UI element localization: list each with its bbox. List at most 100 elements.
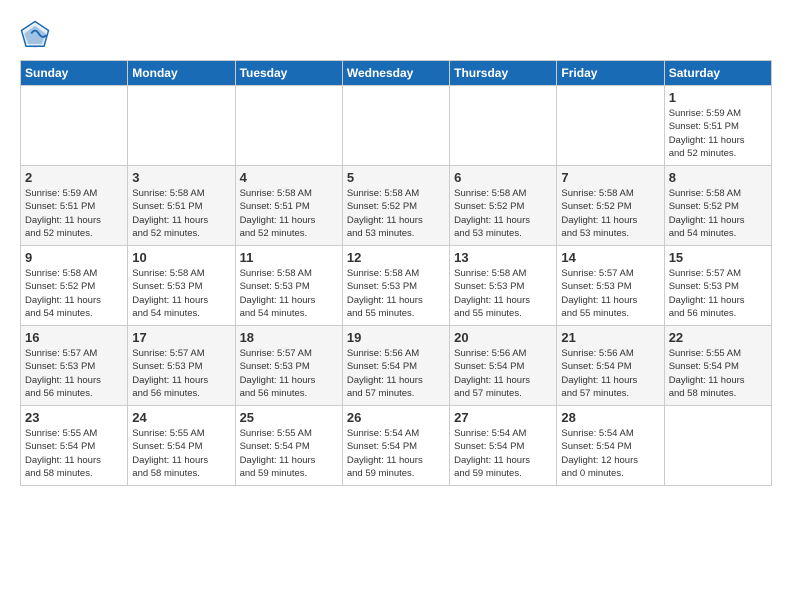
calendar-table: SundayMondayTuesdayWednesdayThursdayFrid… — [20, 60, 772, 486]
day-info: Sunrise: 5:58 AM Sunset: 5:52 PM Dayligh… — [561, 187, 659, 240]
day-number: 20 — [454, 330, 552, 345]
day-info: Sunrise: 5:58 AM Sunset: 5:52 PM Dayligh… — [454, 187, 552, 240]
column-header-friday: Friday — [557, 61, 664, 86]
day-number: 16 — [25, 330, 123, 345]
day-number: 12 — [347, 250, 445, 265]
calendar-cell: 24 Sunrise: 5:55 AM Sunset: 5:54 PM Dayli… — [128, 406, 235, 486]
day-number: 26 — [347, 410, 445, 425]
day-number: 3 — [132, 170, 230, 185]
day-info: Sunrise: 5:54 AM Sunset: 5:54 PM Dayligh… — [347, 427, 445, 480]
calendar-cell — [450, 86, 557, 166]
day-info: Sunrise: 5:58 AM Sunset: 5:52 PM Dayligh… — [347, 187, 445, 240]
column-header-wednesday: Wednesday — [342, 61, 449, 86]
column-header-monday: Monday — [128, 61, 235, 86]
calendar-cell: 9 Sunrise: 5:58 AM Sunset: 5:52 PM Daylig… — [21, 246, 128, 326]
column-header-saturday: Saturday — [664, 61, 771, 86]
day-info: Sunrise: 5:57 AM Sunset: 5:53 PM Dayligh… — [240, 347, 338, 400]
day-info: Sunrise: 5:58 AM Sunset: 5:51 PM Dayligh… — [240, 187, 338, 240]
calendar-week-row: 2 Sunrise: 5:59 AM Sunset: 5:51 PM Daylig… — [21, 166, 772, 246]
day-number: 1 — [669, 90, 767, 105]
calendar-cell — [664, 406, 771, 486]
day-info: Sunrise: 5:56 AM Sunset: 5:54 PM Dayligh… — [347, 347, 445, 400]
day-number: 22 — [669, 330, 767, 345]
column-header-thursday: Thursday — [450, 61, 557, 86]
day-number: 28 — [561, 410, 659, 425]
calendar-cell — [21, 86, 128, 166]
day-number: 27 — [454, 410, 552, 425]
calendar-week-row: 16 Sunrise: 5:57 AM Sunset: 5:53 PM Dayli… — [21, 326, 772, 406]
page-header — [20, 20, 772, 50]
day-info: Sunrise: 5:55 AM Sunset: 5:54 PM Dayligh… — [132, 427, 230, 480]
day-info: Sunrise: 5:58 AM Sunset: 5:51 PM Dayligh… — [132, 187, 230, 240]
day-number: 19 — [347, 330, 445, 345]
calendar-cell: 26 Sunrise: 5:54 AM Sunset: 5:54 PM Dayli… — [342, 406, 449, 486]
calendar-cell: 22 Sunrise: 5:55 AM Sunset: 5:54 PM Dayli… — [664, 326, 771, 406]
day-number: 18 — [240, 330, 338, 345]
calendar-cell: 15 Sunrise: 5:57 AM Sunset: 5:53 PM Dayli… — [664, 246, 771, 326]
calendar-cell: 17Sunrise: 5:57 AM Sunset: 5:53 PM Dayli… — [128, 326, 235, 406]
day-info: Sunrise: 5:58 AM Sunset: 5:52 PM Dayligh… — [25, 267, 123, 320]
calendar-cell: 28 Sunrise: 5:54 AM Sunset: 5:54 PM Dayli… — [557, 406, 664, 486]
day-number: 5 — [347, 170, 445, 185]
day-number: 17 — [132, 330, 230, 345]
day-number: 4 — [240, 170, 338, 185]
calendar-cell: 7 Sunrise: 5:58 AM Sunset: 5:52 PM Daylig… — [557, 166, 664, 246]
day-info: Sunrise: 5:55 AM Sunset: 5:54 PM Dayligh… — [240, 427, 338, 480]
calendar-cell: 5 Sunrise: 5:58 AM Sunset: 5:52 PM Daylig… — [342, 166, 449, 246]
day-number: 15 — [669, 250, 767, 265]
day-info: Sunrise: 5:58 AM Sunset: 5:53 PM Dayligh… — [240, 267, 338, 320]
day-info: Sunrise: 5:59 AM Sunset: 5:51 PM Dayligh… — [669, 107, 767, 160]
calendar-cell: 23Sunrise: 5:55 AM Sunset: 5:54 PM Dayli… — [21, 406, 128, 486]
day-number: 2 — [25, 170, 123, 185]
calendar-cell — [235, 86, 342, 166]
logo — [20, 20, 52, 50]
day-number: 8 — [669, 170, 767, 185]
calendar-cell: 19 Sunrise: 5:56 AM Sunset: 5:54 PM Dayli… — [342, 326, 449, 406]
calendar-cell — [128, 86, 235, 166]
day-info: Sunrise: 5:58 AM Sunset: 5:53 PM Dayligh… — [132, 267, 230, 320]
day-info: Sunrise: 5:54 AM Sunset: 5:54 PM Dayligh… — [561, 427, 659, 480]
day-number: 6 — [454, 170, 552, 185]
calendar-cell: 6 Sunrise: 5:58 AM Sunset: 5:52 PM Daylig… — [450, 166, 557, 246]
calendar-cell — [342, 86, 449, 166]
calendar-cell: 8 Sunrise: 5:58 AM Sunset: 5:52 PM Daylig… — [664, 166, 771, 246]
day-info: Sunrise: 5:58 AM Sunset: 5:53 PM Dayligh… — [347, 267, 445, 320]
day-info: Sunrise: 5:59 AM Sunset: 5:51 PM Dayligh… — [25, 187, 123, 240]
calendar-cell: 16 Sunrise: 5:57 AM Sunset: 5:53 PM Dayli… — [21, 326, 128, 406]
calendar-week-row: 1 Sunrise: 5:59 AM Sunset: 5:51 PM Daylig… — [21, 86, 772, 166]
calendar-cell: 12 Sunrise: 5:58 AM Sunset: 5:53 PM Dayli… — [342, 246, 449, 326]
day-info: Sunrise: 5:57 AM Sunset: 5:53 PM Dayligh… — [669, 267, 767, 320]
day-number: 14 — [561, 250, 659, 265]
calendar-week-row: 9 Sunrise: 5:58 AM Sunset: 5:52 PM Daylig… — [21, 246, 772, 326]
calendar-cell: 20 Sunrise: 5:56 AM Sunset: 5:54 PM Dayli… — [450, 326, 557, 406]
calendar-cell — [557, 86, 664, 166]
day-number: 24 — [132, 410, 230, 425]
day-info: Sunrise: 5:55 AM Sunset: 5:54 PM Dayligh… — [669, 347, 767, 400]
day-info: Sunrise: 5:57 AM Sunset: 5:53 PM Dayligh… — [25, 347, 123, 400]
calendar-cell: 25 Sunrise: 5:55 AM Sunset: 5:54 PM Dayli… — [235, 406, 342, 486]
day-info: Sunrise: 5:54 AM Sunset: 5:54 PM Dayligh… — [454, 427, 552, 480]
calendar-week-row: 23 Sunrise: 5:55 AM Sunset: 5:54 PM Dayli… — [21, 406, 772, 486]
day-number: 13 — [454, 250, 552, 265]
day-number: 7 — [561, 170, 659, 185]
calendar-cell: 18 Sunrise: 5:57 AM Sunset: 5:53 PM Dayli… — [235, 326, 342, 406]
calendar-cell: 14 Sunrise: 5:57 AM Sunset: 5:53 PM Dayli… — [557, 246, 664, 326]
calendar-cell: 21Sunrise: 5:56 AM Sunset: 5:54 PM Dayli… — [557, 326, 664, 406]
day-number: 11 — [240, 250, 338, 265]
calendar-header-row: SundayMondayTuesdayWednesdayThursdayFrid… — [21, 61, 772, 86]
calendar-cell: 11 Sunrise: 5:58 AM Sunset: 5:53 PM Dayli… — [235, 246, 342, 326]
day-info: Sunrise: 5:57 AM Sunset: 5:53 PM Dayligh… — [561, 267, 659, 320]
calendar-cell: 1 Sunrise: 5:59 AM Sunset: 5:51 PM Daylig… — [664, 86, 771, 166]
column-header-sunday: Sunday — [21, 61, 128, 86]
day-number: 9 — [25, 250, 123, 265]
day-number: 25 — [240, 410, 338, 425]
calendar-cell: 10 Sunrise: 5:58 AM Sunset: 5:53 PM Dayli… — [128, 246, 235, 326]
day-info: Sunrise: 5:56 AM Sunset: 5:54 PM Dayligh… — [454, 347, 552, 400]
day-info: Sunrise: 5:58 AM Sunset: 5:53 PM Dayligh… — [454, 267, 552, 320]
column-header-tuesday: Tuesday — [235, 61, 342, 86]
day-number: 10 — [132, 250, 230, 265]
logo-icon — [20, 20, 50, 50]
day-info: Sunrise: 5:58 AM Sunset: 5:52 PM Dayligh… — [669, 187, 767, 240]
calendar-cell: 2 Sunrise: 5:59 AM Sunset: 5:51 PM Daylig… — [21, 166, 128, 246]
day-number: 23 — [25, 410, 123, 425]
